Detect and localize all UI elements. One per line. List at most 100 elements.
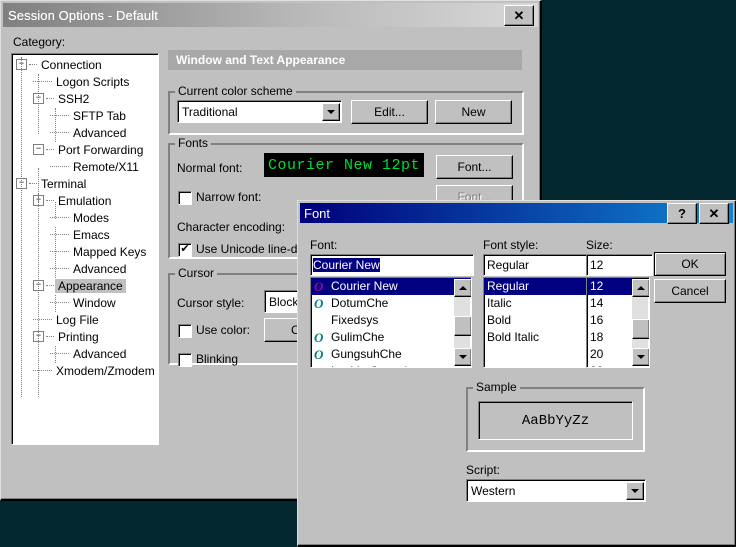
- tree-item-logon-scripts[interactable]: Logon Scripts: [12, 74, 158, 91]
- ok-button[interactable]: OK: [654, 252, 726, 276]
- tree-item-label: Window: [73, 296, 116, 310]
- tree-item-advanced[interactable]: Advanced: [12, 346, 158, 363]
- font-list-item-label: DotumChe: [331, 296, 389, 310]
- category-tree[interactable]: − Connection Logon Scripts − SSH2 SFTP Tab Adv…: [11, 53, 159, 445]
- font-style-list-item[interactable]: Regular: [484, 278, 589, 295]
- tree-item-terminal[interactable]: − Terminal: [12, 176, 158, 193]
- font-list-item-label: GulimChe: [331, 330, 385, 344]
- cancel-button[interactable]: Cancel: [654, 279, 726, 303]
- normal-font-button[interactable]: Font...: [436, 155, 513, 179]
- font-list-item[interactable]: O Courier New: [311, 278, 471, 295]
- tree-item-log-file[interactable]: Log File: [12, 312, 158, 329]
- scroll-up-icon[interactable]: [454, 279, 471, 297]
- close-icon[interactable]: ✕: [504, 4, 534, 26]
- size-list-item[interactable]: 18: [587, 329, 634, 346]
- tree-item-remote-x11[interactable]: Remote/X11: [12, 159, 158, 176]
- tree-item-emulation[interactable]: − Emulation: [12, 193, 158, 210]
- tree-item-label: Appearance: [55, 279, 126, 293]
- font-list-item[interactable]: O GulimChe: [311, 329, 471, 346]
- size-list-item[interactable]: 20: [587, 346, 634, 363]
- size-list-item[interactable]: 14: [587, 295, 634, 312]
- session-options-title: Session Options - Default: [8, 7, 158, 23]
- tree-item-label: Emulation: [58, 194, 112, 208]
- close-icon[interactable]: ✕: [699, 202, 729, 224]
- font-list-item[interactable]: Fixedsys: [311, 312, 471, 329]
- font-style-list-item[interactable]: Bold: [484, 312, 589, 329]
- tree-item-label: Terminal: [41, 177, 87, 191]
- tree-connector-icon: [33, 370, 52, 372]
- tree-item-advanced[interactable]: Advanced: [12, 125, 158, 142]
- narrow-font-label: Narrow font:: [196, 190, 262, 204]
- narrow-font-checkbox[interactable]: [178, 191, 192, 205]
- font-list-item[interactable]: O GungsuhChe: [311, 346, 471, 363]
- tree-item-label: Connection: [41, 58, 102, 72]
- font-list-scrollbar[interactable]: [454, 279, 471, 366]
- scroll-down-icon[interactable]: [454, 348, 471, 366]
- blinking-checkbox[interactable]: [178, 353, 192, 367]
- help-icon[interactable]: ?: [667, 202, 697, 224]
- tree-item-label: Printing: [58, 330, 99, 344]
- tree-item-label: Advanced: [73, 262, 127, 276]
- session-options-titlebar[interactable]: Session Options - Default ✕: [3, 3, 538, 27]
- script-value: Western: [471, 483, 516, 498]
- font-style-listbox[interactable]: Regular Italic Bold Bold Italic: [483, 277, 590, 368]
- color-scheme-select[interactable]: Traditional: [177, 100, 342, 123]
- chevron-down-icon[interactable]: [626, 481, 644, 500]
- font-list-item[interactable]: O DotumChe: [311, 295, 471, 312]
- tree-item-mapped-keys[interactable]: Mapped Keys: [12, 244, 158, 261]
- unicode-line-draw-checkbox[interactable]: ✔: [178, 243, 192, 257]
- scrollbar-thumb[interactable]: [632, 319, 649, 339]
- tree-item-port-forwarding[interactable]: − Port Forwarding: [12, 142, 158, 159]
- tree-item-label: Modes: [73, 211, 110, 225]
- scroll-down-icon[interactable]: [632, 348, 649, 366]
- tree-connector-icon: [21, 176, 22, 397]
- new-color-scheme-button[interactable]: New: [435, 100, 512, 124]
- size-list-item[interactable]: 12: [587, 278, 634, 295]
- tree-item-label: Emacs: [73, 228, 110, 242]
- font-style-list-item[interactable]: Bold Italic: [484, 329, 589, 346]
- tree-item-printing[interactable]: − Printing: [12, 329, 158, 346]
- font-style-input[interactable]: Regular: [483, 254, 593, 276]
- tree-item-connection[interactable]: − Connection: [12, 57, 158, 74]
- font-input[interactable]: Courier New: [310, 254, 474, 276]
- tree-item-label: Mapped Keys: [73, 245, 147, 259]
- tree-item-modes[interactable]: Modes: [12, 210, 158, 227]
- chevron-down-icon[interactable]: [322, 102, 340, 121]
- tree-item-advanced[interactable]: Advanced: [12, 261, 158, 278]
- tree-connector-icon: [50, 166, 69, 168]
- font-dialog-titlebar[interactable]: Font ? ✕: [300, 202, 733, 224]
- scroll-up-icon[interactable]: [632, 279, 649, 297]
- tree-connector-icon: [46, 336, 54, 338]
- tree-item-label: Log File: [56, 313, 99, 327]
- size-listbox[interactable]: 12141618202224: [586, 277, 650, 368]
- scrollbar-thumb[interactable]: [454, 316, 471, 336]
- tree-connector-icon: [55, 346, 56, 363]
- tree-connector-icon: [55, 202, 56, 219]
- size-list-scrollbar[interactable]: [632, 279, 649, 366]
- tree-item-label: Port Forwarding: [58, 143, 144, 157]
- size-input[interactable]: 12: [586, 254, 653, 276]
- opentype-icon: O: [314, 347, 324, 362]
- tree-item-sftp-tab[interactable]: SFTP Tab: [12, 108, 158, 125]
- script-label: Script:: [466, 463, 501, 477]
- tree-item-label: SFTP Tab: [73, 109, 126, 123]
- tree-connector-icon: [46, 149, 54, 151]
- font-list-item[interactable]: OLucida Console: [311, 363, 471, 367]
- tree-item-appearance[interactable]: − Appearance: [12, 278, 158, 295]
- tree-connector-icon: [50, 217, 69, 219]
- tree-item-window[interactable]: Window: [12, 295, 158, 312]
- tree-item-emacs[interactable]: Emacs: [12, 227, 158, 244]
- tree-item-ssh2[interactable]: − SSH2: [12, 91, 158, 108]
- tree-expander-icon[interactable]: −: [33, 144, 44, 156]
- size-list-item[interactable]: 16: [587, 312, 634, 329]
- script-select[interactable]: Western: [466, 479, 646, 502]
- color-scheme-group-title: Current color scheme: [175, 84, 296, 98]
- size-list-item[interactable]: 22: [587, 363, 634, 367]
- tree-item-xmodem-zmodem[interactable]: Xmodem/Zmodem: [12, 363, 158, 380]
- tree-connector-icon: [46, 285, 54, 287]
- opentype-icon: O: [314, 330, 324, 345]
- edit-color-scheme-button[interactable]: Edit...: [351, 100, 428, 124]
- font-listbox[interactable]: O Courier New O DotumChe Fixedsys O GulimChe O G…: [310, 277, 472, 368]
- font-style-list-item[interactable]: Italic: [484, 295, 589, 312]
- use-color-checkbox[interactable]: [178, 324, 192, 338]
